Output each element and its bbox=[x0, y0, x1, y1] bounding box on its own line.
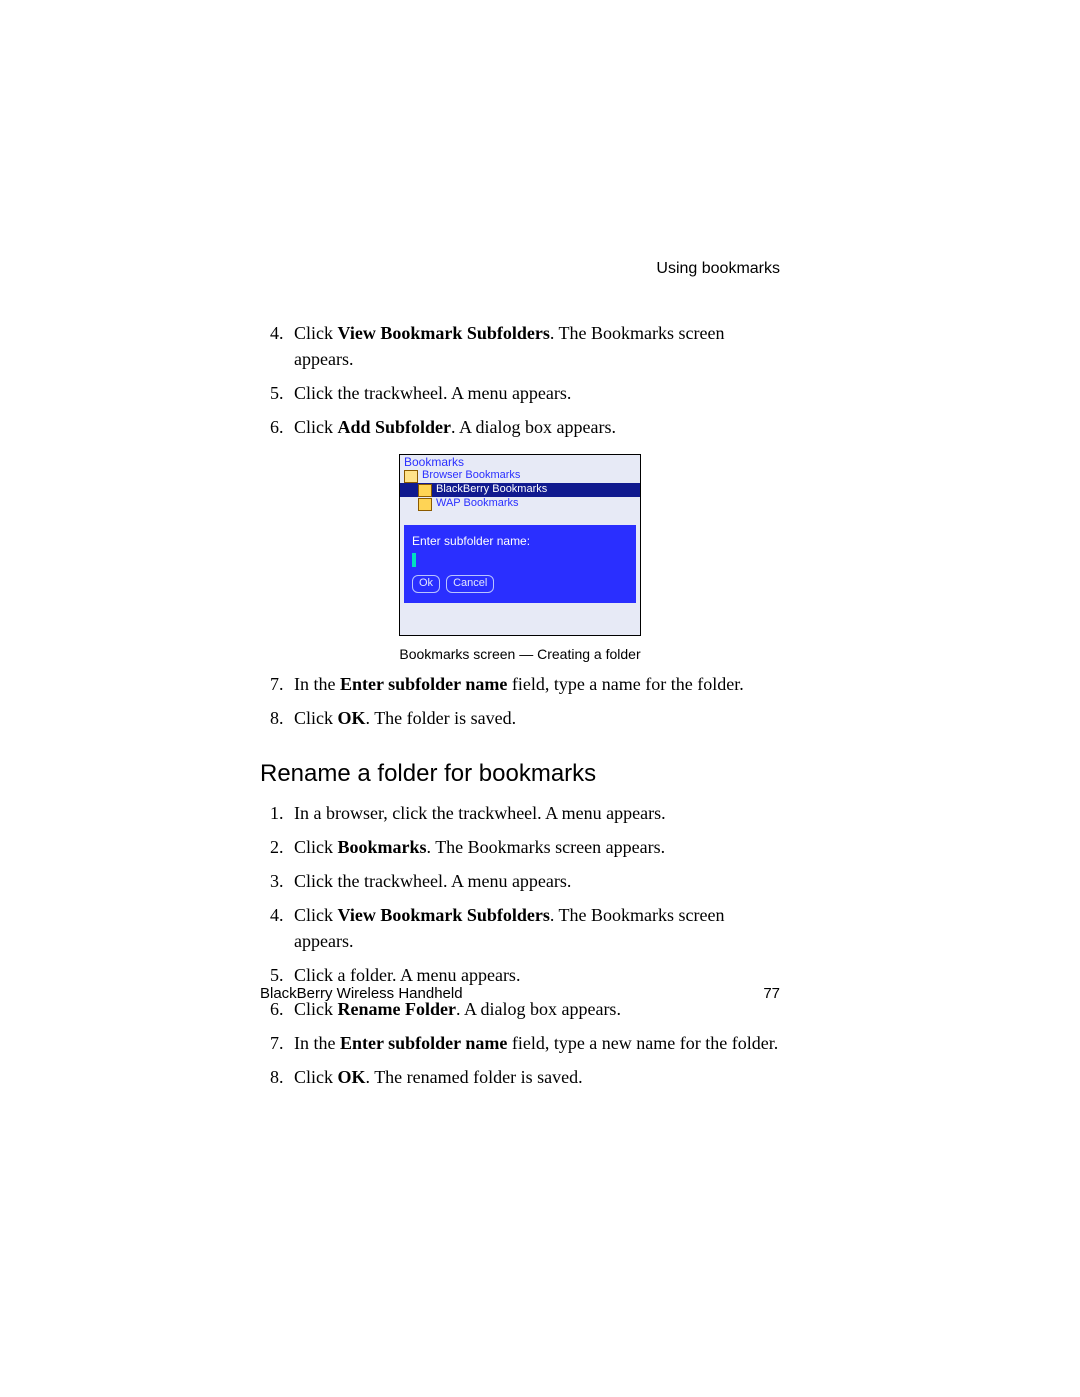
step-text-bold: Rename Folder bbox=[338, 999, 456, 1019]
step-text-bold: OK bbox=[338, 1067, 366, 1087]
step-text-pre: Click bbox=[294, 708, 338, 728]
page-number: 77 bbox=[763, 985, 780, 1002]
step-text-post: . The folder is saved. bbox=[366, 708, 517, 728]
folder-icon bbox=[418, 498, 432, 511]
ordered-list-a: Click View Bookmark Subfolders. The Book… bbox=[260, 320, 780, 440]
step-text-pre: Click the trackwheel. A menu appears. bbox=[294, 383, 571, 403]
step-text-bold: View Bookmark Subfolders bbox=[338, 905, 550, 925]
step-text-bold: Enter subfolder name bbox=[340, 1033, 507, 1053]
dialog-prompt: Enter subfolder name: bbox=[412, 533, 628, 550]
section-heading-rename: Rename a folder for bookmarks bbox=[260, 757, 780, 792]
dialog-button-row: Ok Cancel bbox=[412, 575, 628, 593]
folder-open-icon bbox=[404, 470, 418, 483]
list-item: Click the trackwheel. A menu appears. bbox=[288, 868, 780, 894]
step-text-pre: In a browser, click the trackwheel. A me… bbox=[294, 803, 666, 823]
running-header: Using bookmarks bbox=[656, 260, 780, 278]
step-text-pre: In the bbox=[294, 1033, 340, 1053]
step-text-pre: Click bbox=[294, 323, 338, 343]
list-item: In the Enter subfolder name field, type … bbox=[288, 1030, 780, 1056]
step-text-post: . A dialog box appears. bbox=[456, 999, 621, 1019]
page-content: Click View Bookmark Subfolders . The Book… bbox=[260, 320, 780, 1091]
cancel-button[interactable]: Cancel bbox=[446, 575, 494, 593]
step-text-pre: Click the trackwheel. A menu appears. bbox=[294, 871, 571, 891]
step-text-pre: Click bbox=[294, 837, 338, 857]
list-item: Click OK. The renamed folder is saved. bbox=[288, 1064, 780, 1090]
list-item: Click View Bookmark Subfolders. The Book… bbox=[288, 902, 780, 954]
step-text-pre: Click a folder. A menu appears. bbox=[294, 965, 520, 985]
step-text-pre: Click bbox=[294, 999, 338, 1019]
ordered-list-b: In the Enter subfolder name field, type … bbox=[260, 671, 780, 731]
step-text-pre: Click bbox=[294, 1067, 338, 1087]
tree-row: Browser Bookmarks bbox=[400, 469, 640, 483]
list-item: Click Bookmarks. The Bookmarks screen ap… bbox=[288, 834, 780, 860]
tree-row: WAP Bookmarks bbox=[400, 497, 640, 511]
tree-row-selected: BlackBerry Bookmarks bbox=[400, 483, 640, 497]
text-cursor-icon bbox=[412, 553, 416, 567]
enter-subfolder-dialog: Enter subfolder name: Ok Cancel bbox=[404, 525, 636, 602]
step-text-bold: Bookmarks bbox=[338, 837, 427, 857]
step-text-post: . The Bookmarks screen appears. bbox=[427, 837, 666, 857]
page-footer: BlackBerry Wireless Handheld 77 bbox=[260, 985, 780, 1002]
footer-product-name: BlackBerry Wireless Handheld bbox=[260, 985, 463, 1002]
step-text-bold: Add Subfolder bbox=[338, 417, 452, 437]
step-text-pre: Click bbox=[294, 905, 338, 925]
list-item: Click View Bookmark Subfolders. The Book… bbox=[288, 320, 780, 372]
embedded-screenshot-figure: Bookmarks Browser Bookmarks BlackBerry B… bbox=[260, 454, 780, 664]
step-text-post: . The renamed folder is saved. bbox=[366, 1067, 583, 1087]
list-item: Click OK. The folder is saved. bbox=[288, 705, 780, 731]
list-item: In the Enter subfolder name field, type … bbox=[288, 671, 780, 697]
step-text-pre: In the bbox=[294, 674, 340, 694]
list-item: In a browser, click the trackwheel. A me… bbox=[288, 800, 780, 826]
step-text-post: field, type a new name for the folder. bbox=[507, 1033, 778, 1053]
bookmarks-dialog-screenshot: Bookmarks Browser Bookmarks BlackBerry B… bbox=[399, 454, 641, 636]
ordered-list-c: In a browser, click the trackwheel. A me… bbox=[260, 800, 780, 1091]
folder-icon bbox=[418, 484, 432, 497]
list-item: Click Add Subfolder. A dialog box appear… bbox=[288, 414, 780, 440]
document-page: Using bookmarks Click View Bookmark Subf… bbox=[0, 0, 1080, 1397]
screenshot-window-title: Bookmarks bbox=[400, 455, 640, 469]
step-text-bold: OK bbox=[338, 708, 366, 728]
step-text-post: . A dialog box appears. bbox=[451, 417, 616, 437]
step-text-pre: Click bbox=[294, 417, 338, 437]
figure-caption: Bookmarks screen — Creating a folder bbox=[260, 644, 780, 664]
step-text-bold: View Bookmark Subfolders bbox=[338, 323, 550, 343]
step-text-post: field, type a name for the folder. bbox=[507, 674, 743, 694]
step-text-bold: Enter subfolder name bbox=[340, 674, 507, 694]
ok-button[interactable]: Ok bbox=[412, 575, 440, 593]
list-item: Click the trackwheel. A menu appears. bbox=[288, 380, 780, 406]
tree-row-label: WAP Bookmarks bbox=[436, 496, 519, 512]
